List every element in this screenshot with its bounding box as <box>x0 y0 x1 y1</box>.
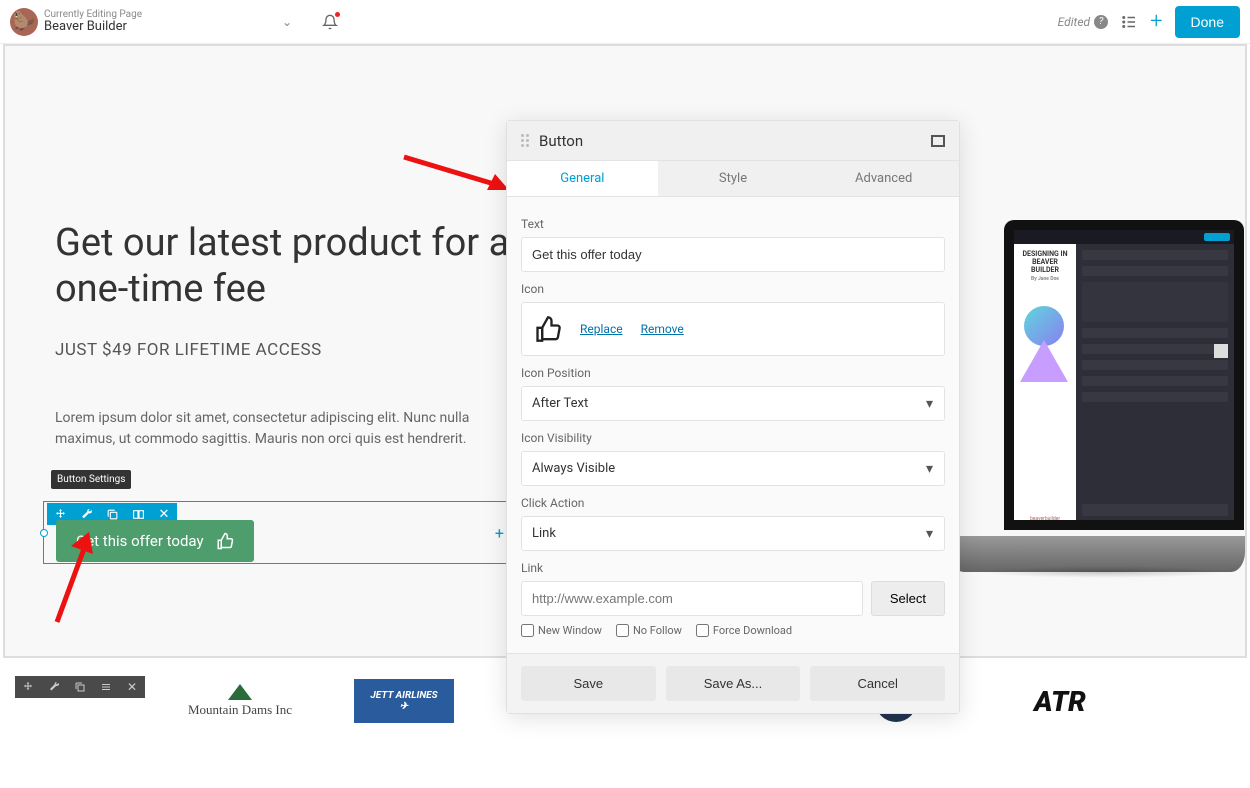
label-icon: Icon <box>521 282 945 296</box>
cancel-button[interactable]: Cancel <box>810 666 945 701</box>
page-info[interactable]: Currently Editing Page Beaver Builder <box>44 9 142 34</box>
icon-selector: Replace Remove <box>521 302 945 356</box>
maximize-icon[interactable] <box>931 135 945 147</box>
help-icon[interactable]: ? <box>1094 15 1108 29</box>
hero-paragraph: Lorem ipsum dolor sit amet, consectetur … <box>55 408 515 450</box>
edited-status: Edited ? <box>1058 15 1108 29</box>
link-select-button[interactable]: Select <box>871 581 945 616</box>
mountain-icon <box>228 684 252 700</box>
cover-byline: By Jane Doe <box>1018 276 1072 282</box>
new-window-checkbox[interactable]: New Window <box>521 624 602 637</box>
annotation-arrow-icon <box>399 152 509 192</box>
done-button[interactable]: Done <box>1175 6 1240 38</box>
icon-position-select[interactable]: After Text <box>521 386 945 421</box>
plane-icon: ✈ <box>400 701 408 712</box>
tab-advanced[interactable]: Advanced <box>808 161 959 196</box>
brand-label: JETT AIRLINES <box>370 690 437 701</box>
replace-link[interactable]: Replace <box>580 322 623 336</box>
wrench-icon[interactable] <box>41 676 67 698</box>
cover-line2: BEAVER BUILDER <box>1018 258 1072 274</box>
hero-heading: Get our latest product for a one-time fe… <box>55 221 515 312</box>
close-icon[interactable]: ✕ <box>119 676 145 698</box>
panel-footer: Save Save As... Cancel <box>507 653 959 713</box>
label-icon-position: Icon Position <box>521 366 945 380</box>
panel-body: Text Icon Replace Remove Icon Position A… <box>507 197 959 653</box>
label-link: Link <box>521 561 945 575</box>
move-icon[interactable] <box>15 676 41 698</box>
annotation-arrow-icon <box>47 532 97 627</box>
no-follow-checkbox[interactable]: No Follow <box>616 624 682 637</box>
brand-mountain: Mountain Dams Inc <box>170 676 310 726</box>
triangle-shape-icon <box>1020 340 1068 382</box>
tab-general[interactable]: General <box>507 161 658 196</box>
brand-mark: beaverbuilder <box>1014 516 1076 522</box>
menu-icon[interactable] <box>93 676 119 698</box>
chevron-down-icon[interactable]: ⌄ <box>282 15 292 29</box>
brand-label: Mountain Dams Inc <box>188 702 292 718</box>
label-text: Text <box>521 217 945 231</box>
tab-style[interactable]: Style <box>658 161 809 196</box>
panel-title: Button <box>539 132 583 150</box>
duplicate-icon[interactable] <box>67 676 93 698</box>
hero-section: Get our latest product for a one-time fe… <box>55 221 515 450</box>
notifications-icon[interactable] <box>322 14 338 30</box>
thumbs-up-icon <box>216 532 234 550</box>
save-button[interactable]: Save <box>521 666 656 701</box>
brand-jett: JETT AIRLINES✈ <box>334 676 474 726</box>
label-icon-visibility: Icon Visibility <box>521 431 945 445</box>
beaver-logo-icon: 🦫 <box>10 8 38 36</box>
settings-panel: Button General Style Advanced Text Icon … <box>506 120 960 714</box>
label-click-action: Click Action <box>521 496 945 510</box>
tooltip-button-settings: Button Settings <box>51 470 131 489</box>
save-as-button[interactable]: Save As... <box>666 666 801 701</box>
page-title: Beaver Builder <box>44 20 142 34</box>
text-input[interactable] <box>521 237 945 272</box>
add-column-icon[interactable]: + <box>495 523 504 542</box>
brand-atr: ATR <box>990 676 1130 726</box>
icon-visibility-select[interactable]: Always Visible <box>521 451 945 486</box>
notification-dot-icon <box>335 12 340 17</box>
add-content-icon[interactable]: + <box>1150 9 1162 34</box>
force-download-checkbox[interactable]: Force Download <box>696 624 792 637</box>
laptop-mockup: DESIGNING IN BEAVER BUILDER By Jane Doe … <box>950 220 1245 572</box>
hero-subheading: JUST $49 FOR LIFETIME ACCESS <box>55 340 515 360</box>
drag-handle-icon[interactable] <box>521 134 531 147</box>
link-input[interactable] <box>521 581 863 616</box>
remove-link[interactable]: Remove <box>641 322 684 336</box>
top-bar: 🦫 Currently Editing Page Beaver Builder … <box>0 0 1250 44</box>
row-toolbar: ✕ <box>15 676 145 698</box>
thumbs-up-icon <box>534 315 562 343</box>
panel-header[interactable]: Button <box>507 121 959 161</box>
edited-label: Edited <box>1058 15 1090 29</box>
outline-icon[interactable] <box>1120 13 1138 31</box>
panel-tabs: General Style Advanced <box>507 161 959 197</box>
cover-line1: DESIGNING IN <box>1018 250 1072 258</box>
brand-label: ATR <box>1034 685 1086 718</box>
click-action-select[interactable]: Link <box>521 516 945 551</box>
